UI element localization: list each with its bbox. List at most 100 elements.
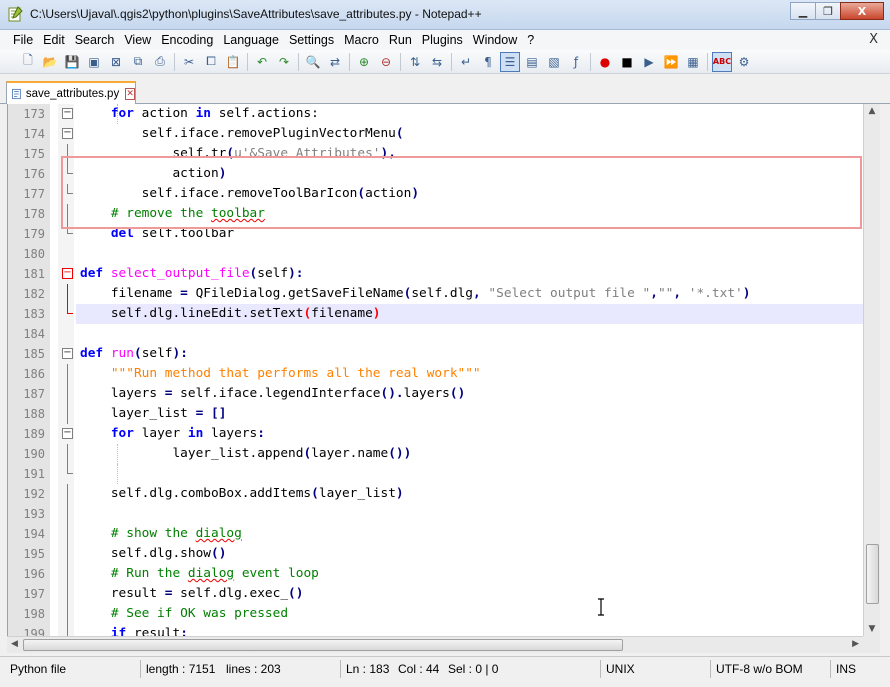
code-line: 180 <box>23 244 863 264</box>
save-macro-icon[interactable]: ▦ <box>683 52 703 72</box>
code-line: 179 del self.toolbar <box>23 224 863 244</box>
menu-plugins[interactable]: Plugins <box>417 30 468 50</box>
status-column: Col : 44 <box>398 662 440 676</box>
close-window-button[interactable]: X <box>840 2 884 20</box>
line-number: 178 <box>23 207 45 221</box>
code-line: 173 − for action in self.actions: <box>23 104 863 124</box>
fold-collapse-icon[interactable]: − <box>62 128 73 139</box>
code-line: 190 layer_list.append(layer.name()) <box>23 444 863 464</box>
fold-collapse-icon[interactable]: − <box>62 268 73 279</box>
sync-horizontal-icon[interactable]: ⇆ <box>427 52 447 72</box>
replace-icon[interactable]: ⇄ <box>325 52 345 72</box>
fold-collapse-icon[interactable]: − <box>62 428 73 439</box>
line-number: 191 <box>23 467 45 481</box>
scroll-down-icon[interactable]: ▼ <box>867 624 877 634</box>
menu-language[interactable]: Language <box>218 30 284 50</box>
tab-label: save_attributes.py <box>25 87 120 100</box>
scroll-left-icon[interactable]: ◀ <box>11 639 18 649</box>
show-all-chars-icon[interactable]: ¶ <box>478 52 498 72</box>
user-language-icon[interactable]: ▤ <box>522 52 542 72</box>
stop-macro-icon[interactable]: ■ <box>617 52 637 72</box>
menu-edit[interactable]: Edit <box>38 30 70 50</box>
menu-window[interactable]: Window <box>468 30 522 50</box>
code-text: # See if OK was pressed <box>110 606 289 621</box>
code-text: action) <box>80 166 227 181</box>
code-text: """Run method that performs all the real… <box>110 366 481 381</box>
file-icon <box>12 88 21 99</box>
run-macro-multiple-icon[interactable]: ⏩ <box>661 52 681 72</box>
line-number: 197 <box>23 587 45 601</box>
print-icon[interactable]: ⎙ <box>150 52 170 72</box>
save-all-icon[interactable]: ▣ <box>84 52 104 72</box>
function-list-icon[interactable]: ƒ <box>566 52 586 72</box>
line-number: 173 <box>23 107 45 121</box>
zoom-in-icon[interactable]: ⊕ <box>354 52 374 72</box>
cut-icon[interactable]: ✂ <box>179 52 199 72</box>
code-text: for layer in layers: <box>110 426 265 441</box>
word-wrap-icon[interactable]: ↵ <box>456 52 476 72</box>
line-number: 174 <box>23 127 45 141</box>
tab-close-icon[interactable]: ✕ <box>125 87 135 100</box>
line-number: 180 <box>23 247 45 261</box>
code-area[interactable]: 173 − for action in self.actions: 174 − … <box>23 104 863 636</box>
toolbar-separator <box>400 52 401 71</box>
restore-button[interactable]: ❐ <box>815 2 841 20</box>
title-bar: C:\Users\Ujaval\.qgis2\python\plugins\Sa… <box>0 0 890 30</box>
paste-icon[interactable]: 📋 <box>223 52 243 72</box>
vertical-scroll-thumb[interactable] <box>866 544 879 604</box>
open-file-icon[interactable]: 📂 <box>40 52 60 72</box>
window-title: C:\Users\Ujaval\.qgis2\python\plugins\Sa… <box>30 7 482 21</box>
close-file-icon[interactable]: ⊠ <box>106 52 126 72</box>
status-selection: Sel : 0 | 0 <box>448 662 499 676</box>
line-number: 187 <box>23 387 45 401</box>
menu-macro[interactable]: Macro <box>339 30 384 50</box>
code-line: 177 self.iface.removeToolBarIcon(action) <box>23 184 863 204</box>
line-number: 188 <box>23 407 45 421</box>
menu-bar: File Edit Search View Encoding Language … <box>0 30 890 50</box>
code-line: 191 <box>23 464 863 484</box>
new-file-icon[interactable]: 🗋 <box>18 52 38 72</box>
line-number: 198 <box>23 607 45 621</box>
line-number: 199 <box>23 627 45 636</box>
menu-encoding[interactable]: Encoding <box>156 30 218 50</box>
document-map-icon[interactable]: ▧ <box>544 52 564 72</box>
vertical-scrollbar[interactable]: ▲ ▼ <box>863 104 880 636</box>
scroll-right-icon[interactable]: ▶ <box>852 639 859 649</box>
tab-save-attributes[interactable]: save_attributes.py ✕ <box>6 81 136 104</box>
minimize-button[interactable]: ▁ <box>790 2 816 20</box>
plugin-icon[interactable]: ⚙ <box>734 52 754 72</box>
scroll-up-icon[interactable]: ▲ <box>867 106 877 116</box>
menu-view[interactable]: View <box>119 30 156 50</box>
line-number: 176 <box>23 167 45 181</box>
find-icon[interactable]: 🔍 <box>303 52 323 72</box>
fold-collapse-icon[interactable]: − <box>62 108 73 119</box>
line-number: 185 <box>23 347 45 361</box>
toolbar-separator <box>247 52 248 71</box>
line-number: 181 <box>23 267 45 281</box>
horizontal-scrollbar[interactable]: ◀ ▶ <box>7 636 863 653</box>
indent-guide-icon[interactable]: ☰ <box>500 51 520 72</box>
play-macro-icon[interactable]: ▶ <box>639 52 659 72</box>
close-all-icon[interactable]: ⧉ <box>128 52 148 72</box>
code-editor[interactable]: 173 − for action in self.actions: 174 − … <box>7 104 863 636</box>
code-text: layer_list = [] <box>80 406 227 421</box>
save-icon[interactable]: 💾 <box>62 52 82 72</box>
fold-collapse-icon[interactable]: − <box>62 348 73 359</box>
record-macro-icon[interactable]: ● <box>595 52 615 72</box>
spell-check-icon[interactable]: ABC <box>712 51 732 72</box>
horizontal-scroll-thumb[interactable] <box>23 639 623 651</box>
menu-run[interactable]: Run <box>384 30 417 50</box>
code-line: 174 − self.iface.removePluginVectorMenu( <box>23 124 863 144</box>
menu-search[interactable]: Search <box>70 30 120 50</box>
status-insert-mode: INS <box>836 662 857 676</box>
copy-icon[interactable]: ⧠ <box>201 52 221 72</box>
sync-vertical-icon[interactable]: ⇅ <box>405 52 425 72</box>
menu-settings[interactable]: Settings <box>284 30 339 50</box>
close-document-button[interactable]: X <box>869 32 878 47</box>
redo-icon[interactable]: ↷ <box>274 52 294 72</box>
undo-icon[interactable]: ↶ <box>252 52 272 72</box>
zoom-out-icon[interactable]: ⊖ <box>376 52 396 72</box>
code-text: del self.toolbar <box>110 226 235 241</box>
menu-help[interactable]: ? <box>522 30 539 50</box>
menu-file[interactable]: File <box>8 30 38 50</box>
